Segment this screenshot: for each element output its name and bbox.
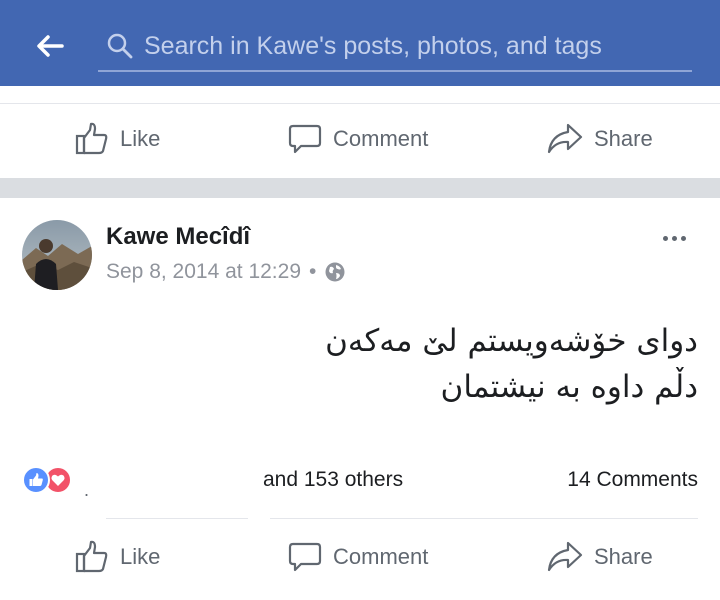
post-header: Kawe Mecîdî Sep 8, 2014 at 12:29 •	[0, 198, 720, 298]
share-arrow-icon	[547, 541, 583, 572]
like-reaction-icon	[22, 466, 50, 494]
post-meta: Sep 8, 2014 at 12:29 •	[106, 260, 346, 284]
comment-bubble-icon	[288, 542, 322, 572]
comment-bubble-icon	[288, 124, 322, 154]
like-label: Like	[120, 126, 161, 151]
reactions-summary[interactable]: and 153 others	[263, 468, 403, 492]
like-label: Like	[120, 544, 161, 569]
share-arrow-icon	[547, 123, 583, 154]
reactions-divider	[270, 518, 698, 519]
search-bar[interactable]	[98, 22, 692, 72]
more-dot-icon	[680, 235, 686, 241]
previous-post-action-bar: Like Comment Share	[0, 103, 720, 173]
like-button[interactable]: Like	[74, 104, 160, 174]
like-button[interactable]: Like	[74, 522, 160, 592]
post-text-line: دوای خۆشەویستم لێ مەکەن	[325, 323, 698, 359]
post-timestamp[interactable]: Sep 8, 2014 at 12:29	[106, 260, 301, 284]
feed-divider	[0, 178, 720, 198]
comment-button[interactable]: Comment	[287, 104, 428, 174]
comment-button[interactable]: Comment	[287, 522, 428, 592]
globe-icon	[325, 262, 345, 282]
back-button[interactable]	[26, 26, 74, 66]
post-action-bar: Like Comment Share	[0, 522, 720, 592]
back-arrow-icon	[37, 35, 64, 57]
more-options-button[interactable]	[656, 226, 692, 250]
comments-count[interactable]: 14 Comments	[567, 468, 698, 492]
search-icon	[104, 30, 136, 62]
top-bar	[0, 0, 720, 86]
reaction-icons[interactable]	[22, 466, 72, 496]
share-button[interactable]: Share	[546, 104, 653, 174]
reactions-divider	[106, 518, 248, 519]
post-body: دوای خۆشەویستم لێ مەکەن دڵم داوە بە نیشت…	[198, 318, 698, 410]
share-button[interactable]: Share	[546, 522, 653, 592]
post-author-name[interactable]: Kawe Mecîdî	[106, 223, 250, 251]
more-dot-icon	[662, 235, 668, 241]
avatar[interactable]	[22, 220, 92, 290]
comment-label: Comment	[333, 126, 429, 151]
comment-label: Comment	[333, 544, 429, 569]
more-dot-icon	[671, 235, 677, 241]
meta-separator: •	[309, 260, 317, 283]
post-text-line: دڵم داوە بە نیشتمان	[440, 369, 698, 405]
share-label: Share	[594, 544, 653, 569]
thumbs-up-icon	[75, 540, 108, 573]
reaction-dot: .	[84, 480, 90, 500]
share-label: Share	[594, 126, 653, 151]
thumbs-up-icon	[75, 122, 108, 155]
search-input[interactable]	[144, 26, 692, 66]
